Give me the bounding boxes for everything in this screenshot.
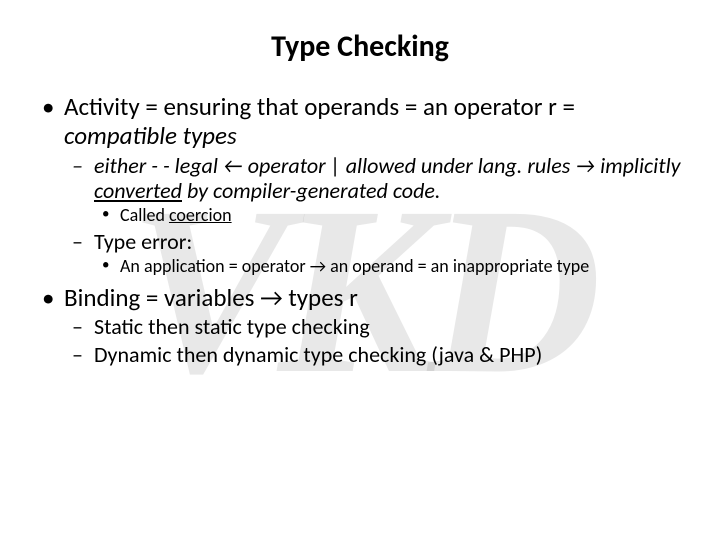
text-underline: coercion [169,204,232,226]
arrow-right-icon: → [260,282,283,313]
slide: Type Checking Activity = ensuring that o… [0,0,720,540]
sublist: either - - legal ← operator | allowed un… [64,153,690,278]
sub-either: either - - legal ← operator | allowed un… [64,153,690,227]
note-coercion: Called coercion [94,205,690,227]
text: Type error: [94,228,192,255]
arrow-right-icon: → [575,152,595,179]
text: by compiler-generated code. [182,177,440,204]
sub-static: Static then static type checking [64,314,690,339]
sub-dynamic: Dynamic then dynamic type checking (java… [64,342,690,367]
bullet-binding: Binding = variables → types r Static the… [30,284,690,367]
sublist: Static then static type checking Dynamic… [64,314,690,367]
text: Binding = variables [64,282,260,313]
bullet-list: Activity = ensuring that operands = an o… [30,93,690,367]
arrow-right-icon: → [310,255,326,277]
text: implicitly [595,152,680,179]
sub-type-error: Type error: An application = operator → … [64,229,690,278]
bullet-activity: Activity = ensuring that operands = an o… [30,93,690,278]
text: Called [120,204,169,226]
text: operator | allowed under lang. rules [243,152,575,179]
text: Static then static type checking [94,313,370,340]
text: either - - legal [94,152,223,179]
text: An application = operator [120,255,310,277]
slide-title: Type Checking [30,28,690,65]
text: Dynamic then dynamic type checking (java… [94,341,542,368]
text: Activity = ensuring that operands = an o… [64,91,575,122]
text: types r [283,282,358,313]
note-type-error: An application = operator → an operand =… [94,256,690,278]
text-underline: converted [94,177,182,204]
subsublist: Called coercion [94,205,690,227]
subsublist: An application = operator → an operand =… [94,256,690,278]
arrow-left-icon: ← [223,152,243,179]
text: an operand = an inappropriate type [326,255,589,277]
text-italic: compatible types [64,120,237,151]
